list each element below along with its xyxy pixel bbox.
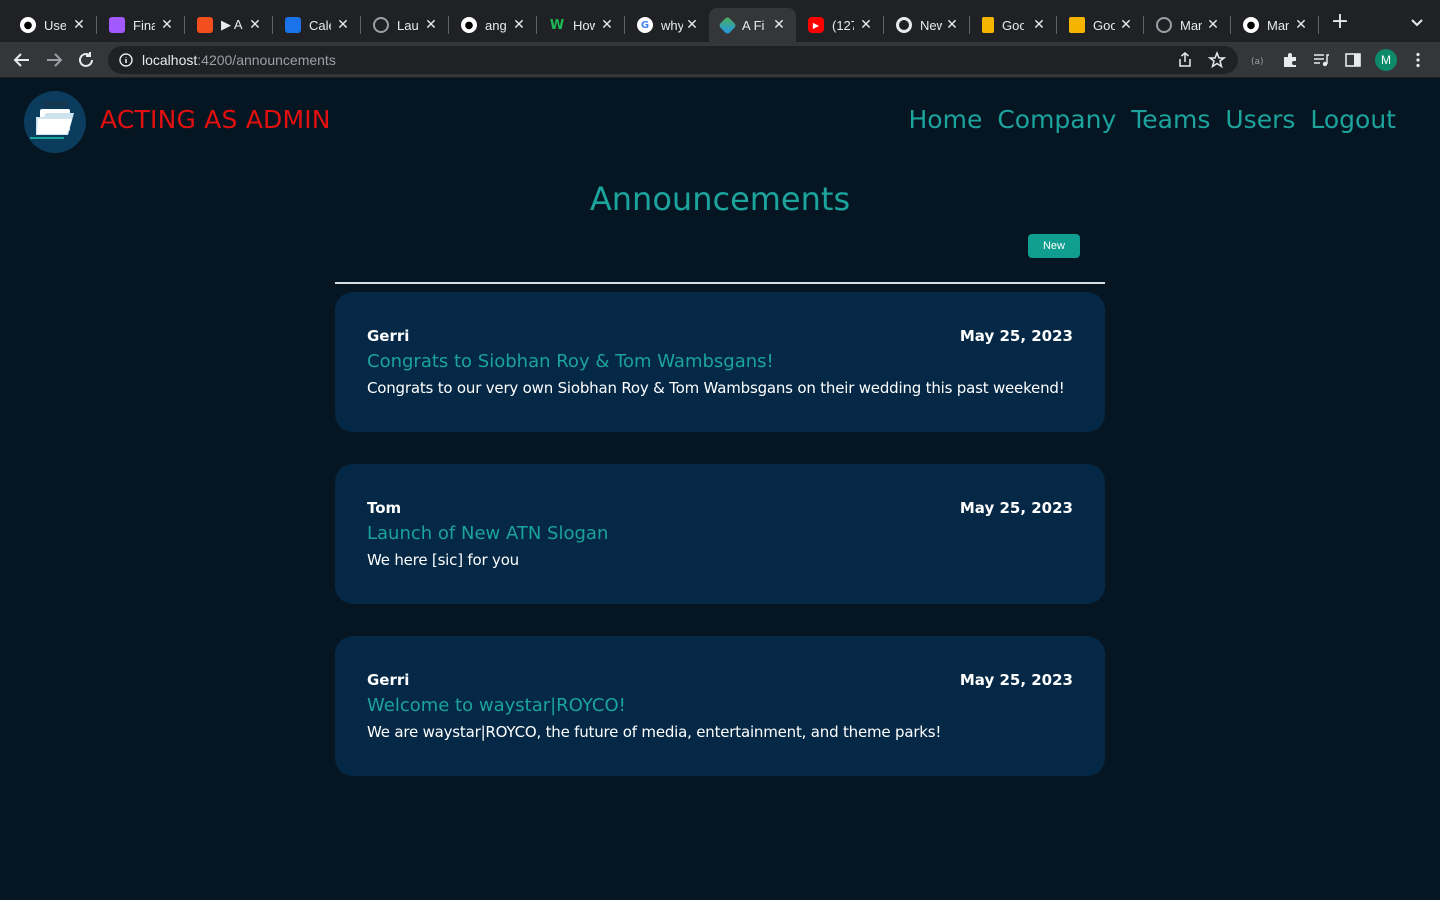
kebab-menu-icon[interactable] xyxy=(1409,51,1427,69)
announcement-message: Congrats to our very own Siobhan Roy & T… xyxy=(367,379,1065,397)
announcement-card: Gerri May 25, 2023 Congrats to Siobhan R… xyxy=(335,292,1105,432)
close-tab-icon[interactable]: ✕ xyxy=(1204,16,1222,34)
announcement-message: We here [sic] for you xyxy=(367,551,519,569)
browser-tab[interactable]: Fina ✕ xyxy=(97,8,184,42)
close-tab-icon[interactable]: ✕ xyxy=(70,16,88,34)
browser-toolbar: localhost:4200/announcements (a) M xyxy=(0,42,1440,78)
figma-icon xyxy=(197,17,213,33)
browser-tab[interactable]: ● Use ✕ xyxy=(8,8,96,42)
url-path: :4200/announcements xyxy=(197,52,336,68)
github-icon: ● xyxy=(20,17,36,33)
app-icon xyxy=(718,15,737,35)
svg-text:(a): (a) xyxy=(1251,57,1264,67)
announcement-message: We are waystar|ROYCO, the future of medi… xyxy=(367,723,942,741)
url-host: localhost xyxy=(142,52,198,68)
close-tab-icon[interactable]: ✕ xyxy=(598,16,616,34)
announcement-author: Tom xyxy=(367,499,402,517)
back-arrow-icon[interactable] xyxy=(11,49,33,71)
close-tab-icon[interactable]: ✕ xyxy=(334,16,352,34)
close-tab-icon[interactable]: ✕ xyxy=(422,16,440,34)
close-tab-icon[interactable]: ✕ xyxy=(943,16,961,34)
app-logo[interactable] xyxy=(24,91,86,153)
browser-tab[interactable]: Goo ✕ xyxy=(1057,8,1143,42)
close-tab-icon[interactable]: ✕ xyxy=(770,16,788,34)
browser-tab[interactable]: W How ✕ xyxy=(537,8,624,42)
calendar-icon xyxy=(285,17,301,33)
close-tab-icon[interactable]: ✕ xyxy=(510,16,528,34)
close-tab-icon[interactable]: ✕ xyxy=(1292,16,1310,34)
youtube-icon: ▶ xyxy=(808,17,824,33)
close-tab-icon[interactable]: ✕ xyxy=(246,16,264,34)
announcement-card: Tom May 25, 2023 Launch of New ATN Sloga… xyxy=(335,464,1105,604)
forward-arrow-icon[interactable] xyxy=(43,49,65,71)
browser-tab[interactable]: ● Man ✕ xyxy=(1231,8,1318,42)
new-tab-icon[interactable]: + xyxy=(1330,11,1350,33)
nav-teams-link[interactable]: Teams xyxy=(1131,105,1210,134)
github-icon: ● xyxy=(461,17,477,33)
chrome-icon xyxy=(896,17,912,33)
announcement-title: Launch of New ATN Slogan xyxy=(367,523,609,544)
close-tab-icon[interactable]: ✕ xyxy=(1117,16,1135,34)
browser-tab[interactable]: G why ✕ xyxy=(625,8,709,42)
media-queue-icon[interactable] xyxy=(1312,51,1330,69)
browser-tab[interactable]: ▶ (127 ✕ xyxy=(796,8,883,42)
browser-tab[interactable]: Goo ✕ xyxy=(970,8,1056,42)
google-icon: G xyxy=(637,17,653,33)
globe-icon xyxy=(373,17,389,33)
globe-icon xyxy=(1156,17,1172,33)
folder-logo-icon xyxy=(30,101,74,139)
github-icon: ● xyxy=(1243,17,1259,33)
divider xyxy=(335,282,1105,284)
browser-tab[interactable]: Man ✕ xyxy=(1144,8,1230,42)
address-bar[interactable]: localhost:4200/announcements xyxy=(108,46,1238,74)
announcement-date: May 25, 2023 xyxy=(959,671,1073,689)
announcement-card: Gerri May 25, 2023 Welcome to waystar|RO… xyxy=(335,636,1105,776)
browser-tab-active[interactable]: A Fi ✕ xyxy=(709,8,796,42)
browser-tab[interactable]: ● ang ✕ xyxy=(449,8,536,42)
announcement-title: Welcome to waystar|ROYCO! xyxy=(367,695,626,716)
browser-tab[interactable]: Laur ✕ xyxy=(361,8,448,42)
page-title: Announcements xyxy=(589,180,851,218)
site-info-icon[interactable] xyxy=(119,53,133,67)
nav-logout-link[interactable]: Logout xyxy=(1310,105,1396,134)
reload-icon[interactable] xyxy=(75,49,97,71)
browser-tab-strip: ● Use ✕ Fina ✕ ▶ A ✕ Cale ✕ Laur ✕ ● ang… xyxy=(0,0,1440,42)
announcement-author: Gerri xyxy=(367,671,410,689)
nav-company-link[interactable]: Company xyxy=(997,105,1116,134)
side-panel-icon[interactable] xyxy=(1344,51,1362,69)
close-tab-icon[interactable]: ✕ xyxy=(683,16,701,34)
figma-icon xyxy=(109,17,125,33)
browser-tab[interactable]: ▶ A ✕ xyxy=(185,8,272,42)
browser-tab[interactable]: Cale ✕ xyxy=(273,8,360,42)
new-announcement-button[interactable]: New xyxy=(1028,234,1080,258)
profile-avatar[interactable]: M xyxy=(1375,49,1397,71)
close-tab-icon[interactable]: ✕ xyxy=(857,16,875,34)
bookmark-star-icon[interactable] xyxy=(1208,51,1226,69)
browser-tab[interactable]: New ✕ xyxy=(884,8,969,42)
nav-users-link[interactable]: Users xyxy=(1225,105,1295,134)
share-icon[interactable] xyxy=(1176,51,1194,69)
acting-as-admin-label: ACTING AS ADMIN xyxy=(100,105,331,134)
extensions-puzzle-icon[interactable] xyxy=(1281,51,1299,69)
announcement-title: Congrats to Siobhan Roy & Tom Wambsgans! xyxy=(367,351,774,372)
slides-icon xyxy=(1069,17,1085,33)
tab-separator xyxy=(1318,16,1319,34)
extension-badge-icon[interactable]: (a) xyxy=(1249,51,1267,69)
main-nav: Home Company Teams Users Logout xyxy=(909,105,1397,134)
announcement-date: May 25, 2023 xyxy=(959,327,1073,345)
close-tab-icon[interactable]: ✕ xyxy=(1030,16,1048,34)
tab-search-chevron-icon[interactable] xyxy=(1408,14,1426,32)
nav-home-link[interactable]: Home xyxy=(909,105,983,134)
w-icon: W xyxy=(549,17,565,33)
docs-icon xyxy=(982,17,994,33)
announcement-author: Gerri xyxy=(367,327,410,345)
close-tab-icon[interactable]: ✕ xyxy=(158,16,176,34)
announcement-date: May 25, 2023 xyxy=(959,499,1073,517)
url-text: localhost:4200/announcements xyxy=(142,52,336,68)
